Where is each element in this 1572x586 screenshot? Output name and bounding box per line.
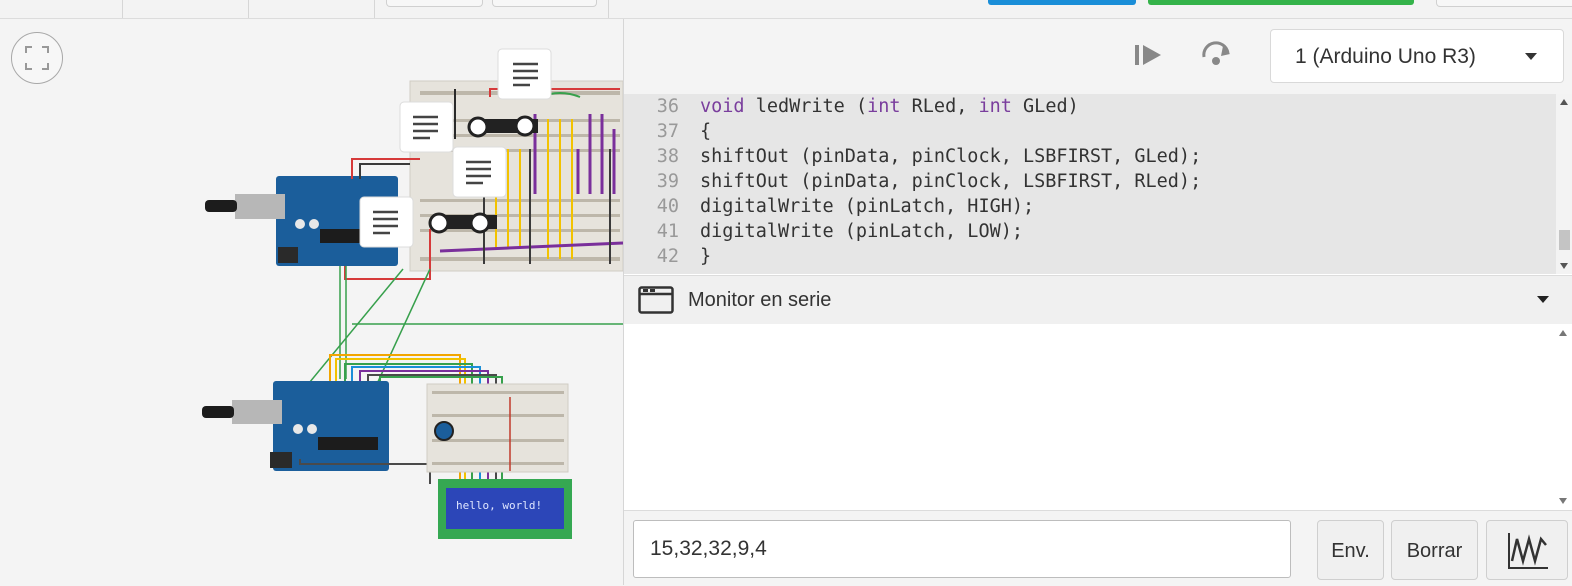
code-text: digitalWrite (pinLatch, LOW); xyxy=(700,219,1023,244)
line-number: 39 xyxy=(656,171,679,192)
code-text: shiftOut (pinData, pinClock, LSBFIRST, G… xyxy=(700,144,1201,169)
code-line[interactable]: 37 { xyxy=(624,119,1556,144)
restart-button[interactable] xyxy=(1196,37,1236,73)
toolbar-button[interactable] xyxy=(492,0,597,7)
chevron-down-icon[interactable] xyxy=(1537,296,1549,303)
serial-input[interactable] xyxy=(633,520,1291,578)
line-number: 38 xyxy=(656,146,679,167)
top-toolbar xyxy=(0,0,1572,19)
toolbar-button[interactable] xyxy=(386,0,483,7)
serial-monitor-title: Monitor en serie xyxy=(688,289,832,311)
note-icon xyxy=(452,146,507,198)
restart-icon xyxy=(1202,41,1230,65)
clear-button[interactable]: Borrar xyxy=(1391,520,1478,580)
code-text: } xyxy=(700,244,711,269)
step-button[interactable] xyxy=(1129,37,1169,73)
note-icon xyxy=(497,48,552,100)
graph-button[interactable] xyxy=(1486,520,1568,580)
send-button[interactable]: Env. xyxy=(1317,520,1384,580)
toolbar-button[interactable] xyxy=(1436,0,1572,7)
graph-icon xyxy=(1508,533,1548,569)
circuit-canvas[interactable]: hello, world! xyxy=(0,19,623,585)
code-token: GLed) xyxy=(1011,96,1079,117)
line-number: 41 xyxy=(656,221,679,242)
code-line[interactable]: 41 digitalWrite (pinLatch, LOW); xyxy=(624,219,1556,244)
code-token: { xyxy=(700,121,712,142)
scroll-up-icon[interactable] xyxy=(1559,330,1567,336)
line-number: 37 xyxy=(656,121,679,142)
circuit-drawing: hello, world! xyxy=(202,48,623,539)
serial-input-bar: Env. Borrar xyxy=(624,510,1572,586)
code-line[interactable]: 39 shiftOut (pinData, pinClock, LSBFIRST,… xyxy=(624,169,1556,194)
code-token: shiftOut (pinData, pinClock, LSBFIRST, R… xyxy=(700,171,1202,192)
code-line[interactable]: 36 void ledWrite (int RLed, int GLed) xyxy=(624,94,1556,119)
start-simulation-button[interactable] xyxy=(1148,0,1414,5)
code-text: { xyxy=(700,119,711,144)
code-keyword: int xyxy=(867,96,901,117)
code-editor[interactable]: 36 void ledWrite (int RLed, int GLed) 37{3… xyxy=(624,94,1556,274)
code-text: shiftOut (pinData, pinClock, LSBFIRST, R… xyxy=(700,169,1201,194)
scroll-down-icon[interactable] xyxy=(1560,263,1568,269)
code-token: ledWrite ( xyxy=(744,96,868,117)
line-number: 40 xyxy=(656,196,679,217)
serial-scrollbar[interactable] xyxy=(1554,324,1572,510)
toolbar-divider xyxy=(608,0,609,18)
step-play-icon xyxy=(1135,45,1161,65)
toolbar-divider xyxy=(374,0,375,18)
code-token: } xyxy=(700,246,712,267)
note-icon xyxy=(359,196,414,248)
line-number: 36 xyxy=(656,96,679,117)
code-token: digitalWrite (pinLatch, HIGH); xyxy=(700,196,1035,217)
note-icon xyxy=(399,101,454,153)
scrollbar-thumb[interactable] xyxy=(1559,230,1570,250)
chevron-down-icon xyxy=(1525,53,1537,60)
scroll-up-icon[interactable] xyxy=(1560,99,1568,105)
code-line[interactable]: 42} xyxy=(624,244,1556,269)
toolbar-divider xyxy=(248,0,249,18)
code-token: RLed, xyxy=(900,96,979,117)
code-button[interactable] xyxy=(988,0,1136,5)
code-token: shiftOut (pinData, pinClock, LSBFIRST, G… xyxy=(700,146,1202,167)
code-token: digitalWrite (pinLatch, LOW); xyxy=(700,221,1024,242)
serial-output xyxy=(624,324,1554,510)
code-keyword: int xyxy=(978,96,1012,117)
line-number: 42 xyxy=(656,246,679,267)
device-select-label: 1 (Arduino Uno R3) xyxy=(1295,45,1476,68)
code-line[interactable]: 38 shiftOut (pinData, pinClock, LSBFIRST,… xyxy=(624,144,1556,169)
code-line[interactable]: 40 digitalWrite (pinLatch, HIGH); xyxy=(624,194,1556,219)
code-keyword: void xyxy=(700,96,745,117)
scroll-down-icon[interactable] xyxy=(1559,498,1567,504)
toolbar-divider xyxy=(122,0,123,18)
code-toolbar: 1 (Arduino Uno R3) xyxy=(624,19,1572,94)
code-scrollbar[interactable] xyxy=(1556,94,1572,274)
lcd-text: hello, world! xyxy=(456,499,542,512)
code-text: digitalWrite (pinLatch, HIGH); xyxy=(700,194,1034,219)
serial-monitor-icon xyxy=(638,286,674,314)
serial-monitor-header[interactable]: Monitor en serie xyxy=(624,275,1572,325)
code-panel: 1 (Arduino Uno R3) 36 void ledWrite (int … xyxy=(623,19,1572,586)
code-text: void ledWrite (int RLed, int GLed) xyxy=(700,94,1079,119)
device-select[interactable]: 1 (Arduino Uno R3) xyxy=(1270,29,1564,83)
potentiometer xyxy=(434,421,454,441)
